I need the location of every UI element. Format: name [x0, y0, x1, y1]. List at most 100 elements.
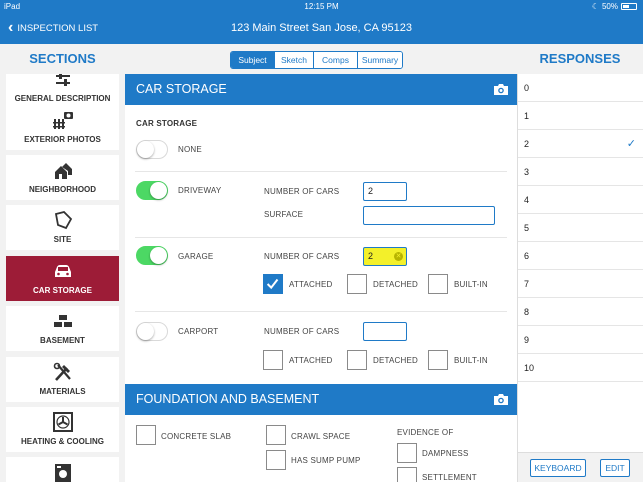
- garage-detached-checkbox[interactable]: [347, 274, 367, 294]
- concrete-slab-label: CONCRETE SLAB: [161, 432, 232, 441]
- car-icon: [54, 265, 71, 277]
- response-item[interactable]: 3: [518, 158, 643, 186]
- sidebar-item-label: SITE: [53, 235, 72, 244]
- sections-sidebar[interactable]: GENERAL DESCRIPTION EXTERIOR PHOTOS NEIG…: [0, 74, 125, 482]
- carport-toggle[interactable]: [136, 322, 168, 341]
- responses-panel: 0 1 2 ✓ 3 4 5 6 7 8 9 10 KEYBOARD EDIT: [517, 74, 643, 482]
- status-right: ☾ 50%: [592, 2, 637, 11]
- sidebar-item-neighborhood[interactable]: NEIGHBORHOOD: [6, 155, 119, 200]
- status-bar: iPad 12:15 PM ☾ 50%: [0, 0, 643, 14]
- response-item[interactable]: 6: [518, 242, 643, 270]
- camera-icon[interactable]: [493, 83, 509, 96]
- response-value: 2: [524, 139, 530, 149]
- moon-icon: ☾: [591, 2, 599, 11]
- garage-cars-label: NUMBER OF CARS: [264, 252, 340, 261]
- foundation-header-title: FOUNDATION AND BASEMENT: [136, 392, 320, 406]
- garage-detached-label: DETACHED: [373, 280, 419, 289]
- keyboard-button[interactable]: KEYBOARD: [530, 459, 586, 477]
- settlement-label: SETTLEMENT: [422, 473, 477, 482]
- response-item[interactable]: 1: [518, 102, 643, 130]
- driveway-surface-label: SURFACE: [264, 210, 304, 219]
- carport-attached-checkbox[interactable]: [263, 350, 283, 370]
- battery-percent: 50%: [601, 2, 618, 11]
- none-toggle[interactable]: [136, 140, 168, 159]
- response-item[interactable]: 4: [518, 186, 643, 214]
- sidebar-item-label: EXTERIOR PHOTOS: [24, 135, 101, 144]
- battery-icon: [621, 3, 637, 10]
- carport-detached-checkbox[interactable]: [347, 350, 367, 370]
- divider: [135, 237, 507, 238]
- crawl-space-label: CRAWL SPACE: [291, 432, 351, 441]
- carport-detached-label: DETACHED: [373, 356, 419, 365]
- clear-icon[interactable]: ✕: [394, 252, 403, 261]
- dampness-checkbox[interactable]: [397, 443, 417, 463]
- sidebar-item-materials[interactable]: MATERIALS: [6, 357, 119, 402]
- settlement-checkbox[interactable]: [397, 467, 417, 482]
- edit-button[interactable]: EDIT: [600, 459, 630, 477]
- carport-builtin-label: BUILT-IN: [454, 356, 488, 365]
- tools-icon: [53, 362, 71, 381]
- garage-builtin-label: BUILT-IN: [454, 280, 488, 289]
- sidebar-item-car-storage[interactable]: CAR STORAGE: [6, 256, 119, 301]
- concrete-slab-checkbox[interactable]: [136, 425, 156, 445]
- sidebar-item-exterior-photos[interactable]: EXTERIOR PHOTOS: [6, 105, 119, 150]
- response-item[interactable]: 8: [518, 298, 643, 326]
- sidebar-item-label: HEATING & COOLING: [21, 437, 104, 446]
- driveway-toggle[interactable]: [136, 181, 168, 200]
- sidebar-item-label: MATERIALS: [39, 387, 86, 396]
- garage-attached-checkbox[interactable]: [263, 274, 283, 294]
- form-panel[interactable]: CAR STORAGE CAR STORAGE NONE DRIVEWAY NU…: [125, 74, 517, 482]
- bricks-icon: [53, 315, 72, 327]
- tab-summary[interactable]: Summary: [357, 52, 402, 68]
- driveway-surface-input[interactable]: [363, 206, 495, 225]
- sidebar-item-site[interactable]: SITE: [6, 205, 119, 250]
- tab-subject[interactable]: Subject: [231, 52, 274, 68]
- nav-bar: ‹ INSPECTION LIST 123 Main Street San Jo…: [0, 14, 643, 44]
- driveway-label: DRIVEWAY: [178, 186, 222, 195]
- garage-attached-label: ATTACHED: [289, 280, 333, 289]
- sump-pump-label: HAS SUMP PUMP: [291, 456, 361, 465]
- sidebar-item-label: GENERAL DESCRIPTION: [14, 94, 111, 103]
- response-item[interactable]: 7: [518, 270, 643, 298]
- tab-comps[interactable]: Comps: [313, 52, 357, 68]
- crawl-space-checkbox[interactable]: [266, 425, 286, 445]
- garage-cars-value: 2: [368, 251, 374, 261]
- response-item-selected[interactable]: 2 ✓: [518, 130, 643, 158]
- sidebar-item-appliances[interactable]: [6, 457, 119, 482]
- sidebar-item-heating-cooling[interactable]: HEATING & COOLING: [6, 407, 119, 452]
- sidebar-item-basement[interactable]: BASEMENT: [6, 306, 119, 351]
- sliders-icon: [55, 74, 70, 86]
- carport-label: CARPORT: [178, 327, 219, 336]
- carport-cars-input[interactable]: [363, 322, 407, 341]
- driveway-cars-input[interactable]: 2: [363, 182, 407, 201]
- garage-toggle[interactable]: [136, 246, 168, 265]
- sidebar-item-general-description[interactable]: GENERAL DESCRIPTION: [6, 74, 119, 109]
- response-item[interactable]: 9: [518, 326, 643, 354]
- sidebar-item-label: CAR STORAGE: [33, 286, 92, 295]
- response-item[interactable]: 5: [518, 214, 643, 242]
- fence-camera-icon: [52, 112, 73, 129]
- sump-pump-checkbox[interactable]: [266, 450, 286, 470]
- none-label: NONE: [178, 145, 202, 154]
- lot-outline-icon: [54, 211, 72, 230]
- carport-cars-label: NUMBER OF CARS: [264, 327, 340, 336]
- car-storage-header: CAR STORAGE: [125, 74, 517, 105]
- car-storage-header-title: CAR STORAGE: [136, 82, 227, 96]
- clock: 12:15 PM: [304, 2, 339, 11]
- segmented-control: Subject Sketch Comps Summary: [230, 51, 403, 69]
- carport-builtin-checkbox[interactable]: [428, 350, 448, 370]
- car-storage-label: CAR STORAGE: [136, 119, 198, 128]
- tab-bar: Subject Sketch Comps Summary: [125, 44, 517, 74]
- tab-sketch[interactable]: Sketch: [274, 52, 313, 68]
- camera-icon[interactable]: [493, 393, 509, 406]
- response-item[interactable]: 0: [518, 74, 643, 102]
- divider: [135, 171, 507, 172]
- houses-icon: [54, 163, 72, 179]
- evidence-of-label: EVIDENCE OF: [397, 428, 454, 437]
- divider: [135, 311, 507, 312]
- garage-cars-input[interactable]: 2 ✕: [363, 247, 407, 266]
- sidebar-item-label: BASEMENT: [40, 336, 85, 345]
- response-item[interactable]: 10: [518, 354, 643, 382]
- dampness-label: DAMPNESS: [422, 449, 469, 458]
- garage-builtin-checkbox[interactable]: [428, 274, 448, 294]
